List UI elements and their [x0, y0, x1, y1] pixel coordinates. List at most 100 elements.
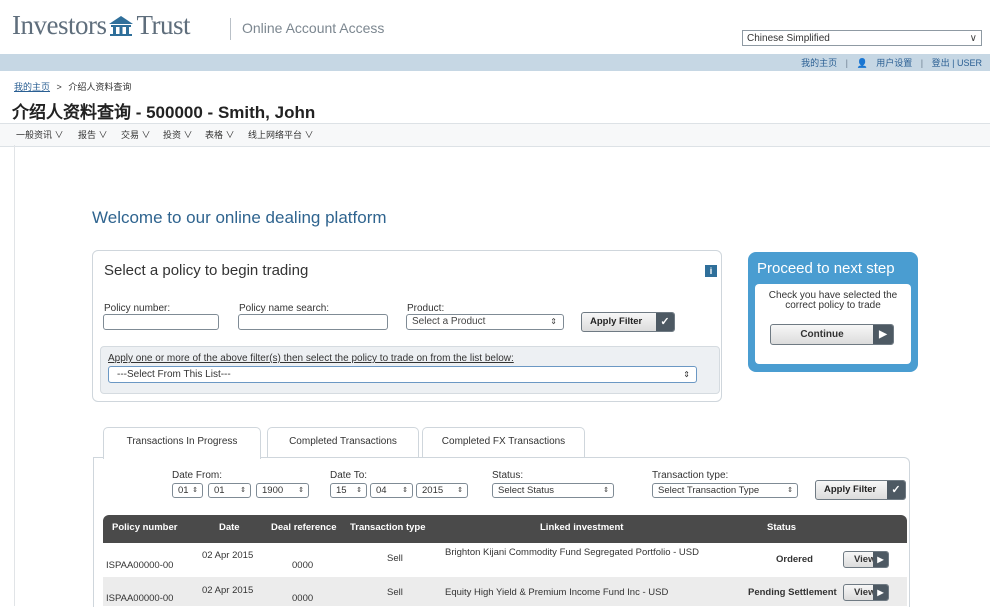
date-from-day-value: 01 — [178, 485, 189, 496]
date-from-month-select[interactable]: 01 ⇕ — [208, 483, 251, 498]
user-icon: 👤 — [856, 58, 868, 68]
cell-deal-reference: 0000 — [292, 593, 314, 604]
cell-date: 02 Apr 2015 — [202, 585, 254, 596]
top-link-separator: | — [845, 58, 848, 68]
updown-arrow-icon: ⇕ — [787, 487, 793, 494]
policy-list-value: ---Select From This List--- — [117, 369, 231, 380]
continue-label: Continue — [800, 329, 844, 340]
view-button[interactable]: View ▶ — [843, 584, 889, 601]
date-from-month-value: 01 — [214, 485, 225, 496]
proceed-heading: Proceed to next step — [757, 260, 895, 277]
cell-date: 02 Apr 2015 — [202, 550, 254, 561]
transaction-type-label: Transaction type: — [652, 470, 729, 481]
apply-filter-transactions-label: Apply Filter — [824, 484, 877, 495]
policy-name-input[interactable] — [238, 314, 388, 330]
checkmark-icon: ✓ — [887, 481, 905, 499]
continue-button[interactable]: Continue ▶ — [770, 324, 894, 345]
updown-arrow-icon: ⇕ — [683, 370, 690, 379]
product-select[interactable]: Select a Product ⇕ — [406, 314, 564, 330]
breadcrumb-current: 介绍人资料查询 — [68, 82, 132, 92]
date-from-year-select[interactable]: 1900 ⇕ — [256, 483, 309, 498]
language-select[interactable]: Chinese Simplified ∨ — [742, 30, 982, 46]
info-icon[interactable]: i — [705, 265, 717, 277]
logo-text-investors: Investors — [12, 10, 107, 40]
product-select-value: Select a Product — [412, 316, 486, 327]
chevron-down-icon: ∨ — [969, 33, 977, 44]
date-from-year-value: 1900 — [262, 485, 284, 496]
transaction-type-value: Select Transaction Type — [658, 485, 760, 496]
cell-linked-investment: Brighton Kijani Commodity Fund Segregate… — [445, 547, 699, 558]
top-link-home[interactable]: 我的主页 — [801, 58, 837, 68]
logo-text-trust: Trust — [136, 10, 191, 40]
cell-policy-number: ISPAA00000-00 — [106, 593, 174, 604]
updown-arrow-icon: ⇕ — [298, 487, 304, 494]
menu-trading[interactable]: 交易 ∨ — [121, 128, 151, 141]
updown-arrow-icon: ⇕ — [603, 487, 609, 494]
tab-completed-transactions[interactable]: Completed Transactions — [267, 427, 419, 457]
top-link-settings[interactable]: 用户设置 — [876, 58, 912, 68]
menu-online-platform[interactable]: 线上网络平台 ∨ — [248, 128, 314, 141]
status-select[interactable]: Select Status ⇕ — [492, 483, 614, 498]
header-divider — [230, 18, 231, 40]
date-from-label: Date From: — [172, 470, 223, 481]
cell-deal-reference: 0000 — [292, 560, 314, 571]
date-from-day-select[interactable]: 01 ⇕ — [172, 483, 203, 498]
policy-list-select[interactable]: ---Select From This List--- ⇕ — [108, 366, 697, 383]
investors-trust-logo[interactable]: Investors Trust — [12, 10, 191, 41]
menu-general-info[interactable]: 一般资讯 ∨ — [16, 128, 64, 141]
updown-arrow-icon: ⇕ — [457, 487, 463, 494]
cell-status: Pending Settlement — [748, 587, 837, 598]
date-to-month-value: 04 — [376, 485, 387, 496]
view-button[interactable]: View ▶ — [843, 551, 889, 568]
updown-arrow-icon: ⇕ — [550, 317, 557, 326]
column-transaction-type: Transaction type — [350, 522, 426, 533]
status-label: Status: — [492, 470, 524, 481]
checkmark-icon: ✓ — [656, 313, 674, 331]
apply-filter-label: Apply Filter — [590, 316, 643, 327]
play-arrow-icon: ▶ — [873, 585, 888, 600]
date-to-day-value: 15 — [336, 485, 347, 496]
apply-filter-button[interactable]: Apply Filter ✓ — [581, 312, 675, 332]
menu-investment[interactable]: 投资 ∨ — [163, 128, 193, 141]
tab-transactions-in-progress[interactable]: Transactions In Progress — [103, 427, 261, 459]
breadcrumb-home[interactable]: 我的主页 — [14, 82, 50, 92]
breadcrumb-separator: > — [56, 82, 62, 92]
top-link-separator: | — [920, 58, 924, 68]
date-to-day-select[interactable]: 15 ⇕ — [330, 483, 367, 498]
apply-filter-transactions-button[interactable]: Apply Filter ✓ — [815, 480, 906, 500]
policy-number-label: Policy number: — [104, 303, 171, 314]
play-arrow-icon: ▶ — [873, 325, 893, 344]
filter-instruction: Apply one or more of the above filter(s)… — [108, 353, 514, 364]
menu-reports[interactable]: 报告 ∨ — [78, 128, 108, 141]
product-label: Product: — [407, 303, 445, 314]
cell-status: Ordered — [776, 554, 813, 565]
proceed-instruction: Check you have selected the correct poli… — [768, 290, 898, 311]
site-title: Online Account Access — [242, 20, 385, 36]
policy-name-label: Policy name search: — [239, 303, 330, 314]
breadcrumb: 我的主页 > 介绍人资料查询 — [14, 80, 131, 93]
policy-number-input[interactable] — [103, 314, 219, 330]
left-rule — [14, 145, 15, 606]
column-status: Status — [767, 522, 797, 533]
column-policy-number: Policy number — [112, 522, 178, 533]
updown-arrow-icon: ⇕ — [402, 487, 408, 494]
date-to-year-value: 2015 — [422, 485, 444, 496]
column-date: Date — [219, 522, 240, 533]
date-to-month-select[interactable]: 04 ⇕ — [370, 483, 413, 498]
column-linked-investment: Linked investment — [540, 522, 624, 533]
logo-temple-icon — [109, 15, 134, 36]
updown-arrow-icon: ⇕ — [356, 487, 362, 494]
top-links: 我的主页 | 👤 用户设置 | 登出 | USER — [795, 56, 982, 69]
cell-policy-number: ISPAA00000-00 — [106, 560, 174, 571]
updown-arrow-icon: ⇕ — [240, 487, 246, 494]
tab-completed-fx-transactions[interactable]: Completed FX Transactions — [422, 427, 585, 457]
date-to-year-select[interactable]: 2015 ⇕ — [416, 483, 468, 498]
transaction-type-select[interactable]: Select Transaction Type ⇕ — [652, 483, 798, 498]
updown-arrow-icon: ⇕ — [192, 487, 198, 494]
menu-forms[interactable]: 表格 ∨ — [205, 128, 235, 141]
top-link-logout[interactable]: 登出 | USER — [932, 58, 982, 68]
status-select-value: Select Status — [498, 485, 554, 496]
play-arrow-icon: ▶ — [873, 552, 888, 567]
cell-transaction-type: Sell — [387, 587, 403, 598]
policy-panel-heading: Select a policy to begin trading — [104, 262, 309, 279]
